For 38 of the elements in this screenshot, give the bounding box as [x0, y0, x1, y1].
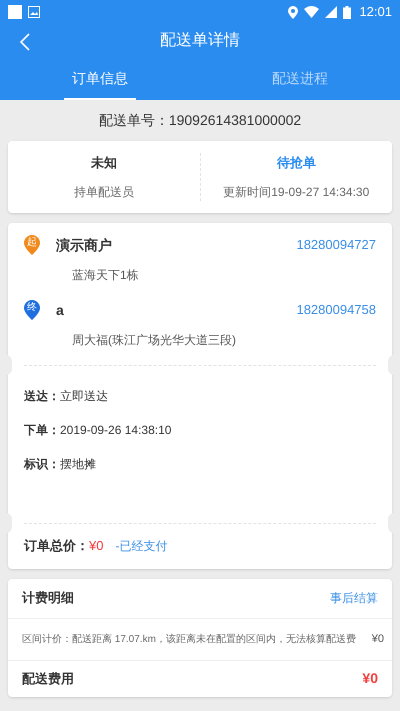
detail-value: 立即送达 — [60, 388, 108, 404]
tab[interactable]: 订单信息 — [64, 58, 136, 100]
wifi-icon — [304, 6, 320, 18]
summary-value: 未知 — [90, 154, 117, 172]
detail-label: 送达： — [24, 388, 60, 404]
summary-label: 持单配送员 — [74, 184, 134, 200]
page-title: 配送单详情 — [160, 30, 240, 51]
payment-status: -已经支付 — [115, 538, 168, 554]
fee-line: 区间计价：配送距离 17.07.km，该距离未在配置的区间内，无法核算配送费 — [22, 632, 356, 646]
settlement-mode: 事后结算 — [330, 590, 378, 607]
phone-link[interactable]: 18280094727 — [296, 235, 376, 255]
stop-name: 演示商户 — [56, 236, 113, 254]
detail-value: 2019-09-26 14:38:10 — [60, 422, 172, 438]
status-time: 12:01 — [359, 3, 392, 22]
map-pin: 起 — [24, 235, 40, 255]
battery-icon — [343, 6, 352, 18]
phone-link[interactable]: 18280094758 — [296, 300, 376, 320]
fee-total-amount: ¥0 — [362, 669, 378, 688]
fee-total-label: 配送费用 — [22, 670, 74, 688]
signal-icon — [325, 6, 338, 18]
stop-address: 蓝海天下1栋 — [71, 266, 140, 284]
total-amount: ¥0 — [89, 536, 104, 555]
image-icon — [28, 6, 40, 18]
map-pin: 终 — [24, 300, 40, 320]
location-icon — [288, 6, 298, 18]
tab[interactable]: 配送进程 — [264, 58, 336, 100]
total-label: 订单总价： — [24, 536, 89, 555]
detail-value: 摆地摊 — [60, 456, 96, 472]
stop-address: 周大福(珠江广场光华大道三段) — [71, 332, 237, 348]
summary-label: 更新时间19-09-27 14:34:30 — [223, 184, 370, 200]
back-icon — [18, 33, 30, 51]
stop-name: a — [56, 300, 65, 320]
fee-title: 计费明细 — [22, 589, 74, 608]
summary-value: 待抢单 — [276, 154, 316, 172]
order-number: 配送单号：19092614381000002 — [98, 111, 302, 130]
detail-label: 标识： — [24, 456, 60, 472]
fee-line-amount: ¥0 — [372, 632, 384, 647]
detail-label: 下单： — [24, 422, 60, 438]
